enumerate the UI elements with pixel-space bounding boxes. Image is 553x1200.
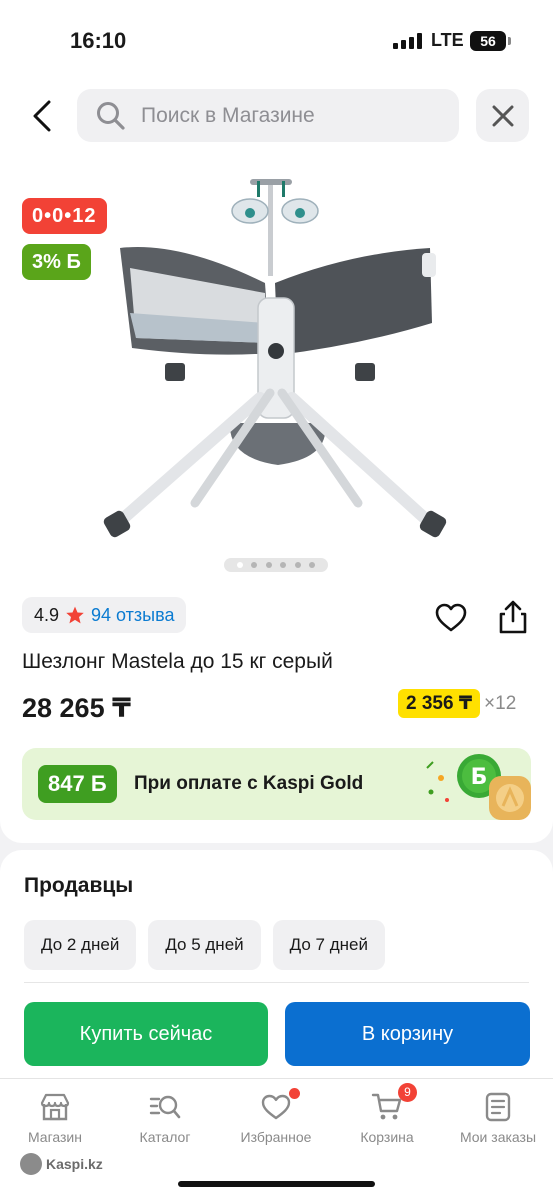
nav-label: Мои заказы	[459, 1129, 537, 1145]
app-header: Поиск в Магазине	[0, 80, 553, 155]
nav-item-favorites[interactable]: Избранное	[221, 1088, 331, 1145]
product-image[interactable]	[100, 173, 450, 553]
gallery-dot[interactable]	[236, 562, 243, 568]
gold-banner-text: При оплате с Kaspi Gold	[134, 773, 364, 794]
product-price: 28 265 ₸	[22, 693, 131, 723]
bonus-badge: 3% Б	[22, 244, 91, 280]
gallery-dot[interactable]	[280, 562, 287, 568]
notification-dot	[289, 1088, 300, 1099]
product-title: Шезлонг Mastela до 15 кг серый	[22, 650, 333, 673]
chevron-left-icon	[33, 100, 51, 132]
nav-item-catalog[interactable]: Каталог	[110, 1091, 220, 1145]
svg-text:Б: Б	[471, 765, 488, 790]
installment-offer[interactable]: 2 356 ₸ ×12	[398, 689, 516, 718]
add-to-cart-button[interactable]: В корзину	[285, 1002, 530, 1066]
delivery-filter-group: До 2 дней До 5 дней До 7 дней	[24, 920, 385, 970]
battery-icon: 56	[470, 31, 511, 51]
delivery-filter-chip[interactable]: До 7 дней	[272, 920, 385, 970]
gallery-dot[interactable]	[265, 562, 272, 568]
heart-icon	[261, 1094, 291, 1120]
heart-icon[interactable]	[434, 601, 468, 635]
kaspi-gold-banner[interactable]: 847 Б При оплате с Kaspi Gold Б	[22, 748, 531, 820]
kaspi-watermark: Kaspi.kz	[20, 1153, 103, 1175]
delivery-filter-chip[interactable]: До 5 дней	[148, 920, 261, 970]
back-button[interactable]	[22, 94, 62, 138]
store-icon	[40, 1093, 70, 1121]
installment-amount: 2 356 ₸	[398, 689, 481, 718]
nav-label: Избранное	[240, 1129, 312, 1145]
status-time: 16:10	[70, 28, 127, 53]
reviews-link[interactable]: 94 отзыва	[91, 605, 174, 626]
gallery-dot[interactable]	[309, 562, 316, 568]
gallery-pagination[interactable]	[224, 558, 328, 572]
catalog-search-icon	[149, 1095, 181, 1119]
sellers-title: Продавцы	[24, 874, 134, 897]
nav-item-cart[interactable]: 9 Корзина	[332, 1083, 442, 1145]
close-button[interactable]	[476, 89, 529, 142]
nav-item-store[interactable]: Магазин	[0, 1091, 110, 1145]
nav-label: Каталог	[139, 1129, 191, 1145]
home-indicator[interactable]	[178, 1181, 375, 1187]
share-icon[interactable]	[496, 599, 530, 635]
nav-label: Корзина	[360, 1129, 414, 1145]
installment-months: ×12	[484, 692, 517, 714]
status-bar: 16:10 LTE 56	[0, 0, 553, 80]
star-icon	[66, 606, 84, 624]
network-label: LTE	[431, 30, 464, 50]
nav-label: Магазин	[27, 1129, 82, 1145]
gold-bonus-amount: 847 Б	[38, 765, 117, 803]
delivery-filter-chip[interactable]: До 2 дней	[24, 920, 137, 970]
search-input[interactable]: Поиск в Магазине	[77, 89, 459, 142]
kaspi-logo-icon	[20, 1153, 42, 1175]
gallery-dot[interactable]	[294, 562, 301, 568]
search-placeholder: Поиск в Магазине	[141, 103, 315, 127]
product-card: 0•0•12 3% Б 4.9 94 отзыва Шезлонг Mastel…	[0, 155, 553, 843]
rating-value: 4.9	[34, 604, 60, 625]
close-icon	[492, 105, 513, 126]
kaspi-gold-coin-icon: Б	[426, 754, 531, 820]
search-icon	[97, 101, 125, 130]
signal-icon	[393, 33, 422, 49]
watermark-text: Kaspi.kz	[46, 1156, 103, 1172]
sellers-section: Продавцы До 2 дней До 5 дней До 7 дней К…	[0, 850, 553, 1080]
gallery-dot[interactable]	[251, 562, 258, 568]
orders-icon	[485, 1092, 511, 1122]
buy-now-button[interactable]: Купить сейчас	[24, 1002, 268, 1066]
timer-badge: 0•0•12	[22, 198, 107, 234]
nav-item-orders[interactable]: Мои заказы	[443, 1091, 553, 1145]
cart-count-badge: 9	[398, 1083, 417, 1102]
rating-summary[interactable]: 4.9 94 отзыва	[22, 597, 187, 633]
divider	[24, 982, 529, 983]
